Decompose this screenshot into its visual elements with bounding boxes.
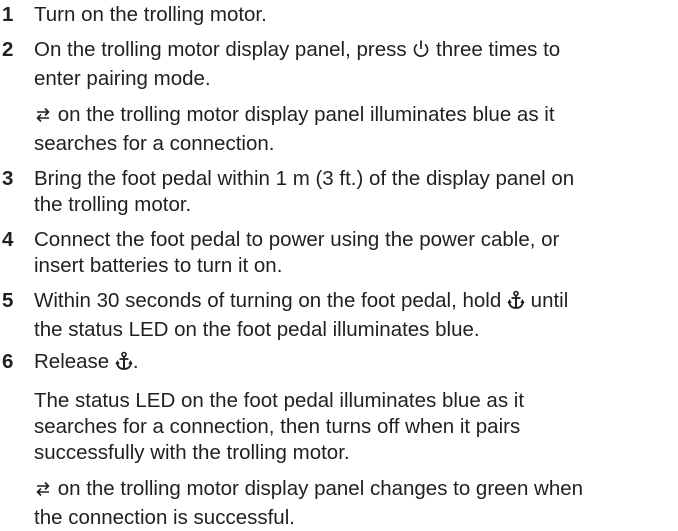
step-text: until [530,289,569,312]
step-number: 1 [2,3,14,26]
note-text: the connection is successful. [34,506,295,529]
step-text: enter pairing mode. [34,67,211,90]
note-text: successfully with the trolling motor. [34,441,350,464]
power-icon [412,39,430,66]
step-text: the status LED on the foot pedal illumin… [34,318,480,341]
step-5: 5 Within 30 seconds of turning on the fo… [0,288,678,343]
step-text: . [132,350,139,373]
step-text: Turn on the trolling motor. [34,3,267,26]
step-text: Bring the foot pedal within 1 m (3 ft.) … [34,167,575,190]
pairing-arrows-icon [34,105,52,131]
step-6: 6 Release . The status LED on the foot p… [0,349,678,531]
note-text: on the trolling motor display panel illu… [57,103,555,126]
step-text: Within 30 seconds of turning on the foot… [34,289,502,312]
pairing-arrows-icon [34,479,52,505]
step-number: 5 [2,289,14,312]
step-3: 3 Bring the foot pedal within 1 m (3 ft.… [0,166,678,218]
note-text: searches for a connection. [34,132,275,155]
step-text: three times to [436,38,561,61]
step-1: 1 Turn on the trolling motor. [0,2,678,28]
step-4: 4 Connect the foot pedal to power using … [0,227,678,279]
anchor-icon [115,351,133,378]
note-text: on the trolling motor display panel chan… [57,477,584,500]
step-number: 6 [2,350,14,373]
step-number: 3 [2,167,14,190]
step-text: On the trolling motor display panel, pre… [34,38,407,61]
step-number: 4 [2,228,14,251]
step-text: insert batteries to turn it on. [34,254,283,277]
step-text: the trolling motor. [34,193,192,216]
note-text: The status LED on the foot pedal illumin… [34,389,525,412]
anchor-icon [507,290,525,317]
step-text: Connect the foot pedal to power using th… [34,228,560,251]
note-text: searches for a connection, then turns of… [34,415,521,438]
step-text: Release [34,350,110,373]
step-number: 2 [2,38,14,61]
step-2: 2 On the trolling motor display panel, p… [0,37,678,157]
